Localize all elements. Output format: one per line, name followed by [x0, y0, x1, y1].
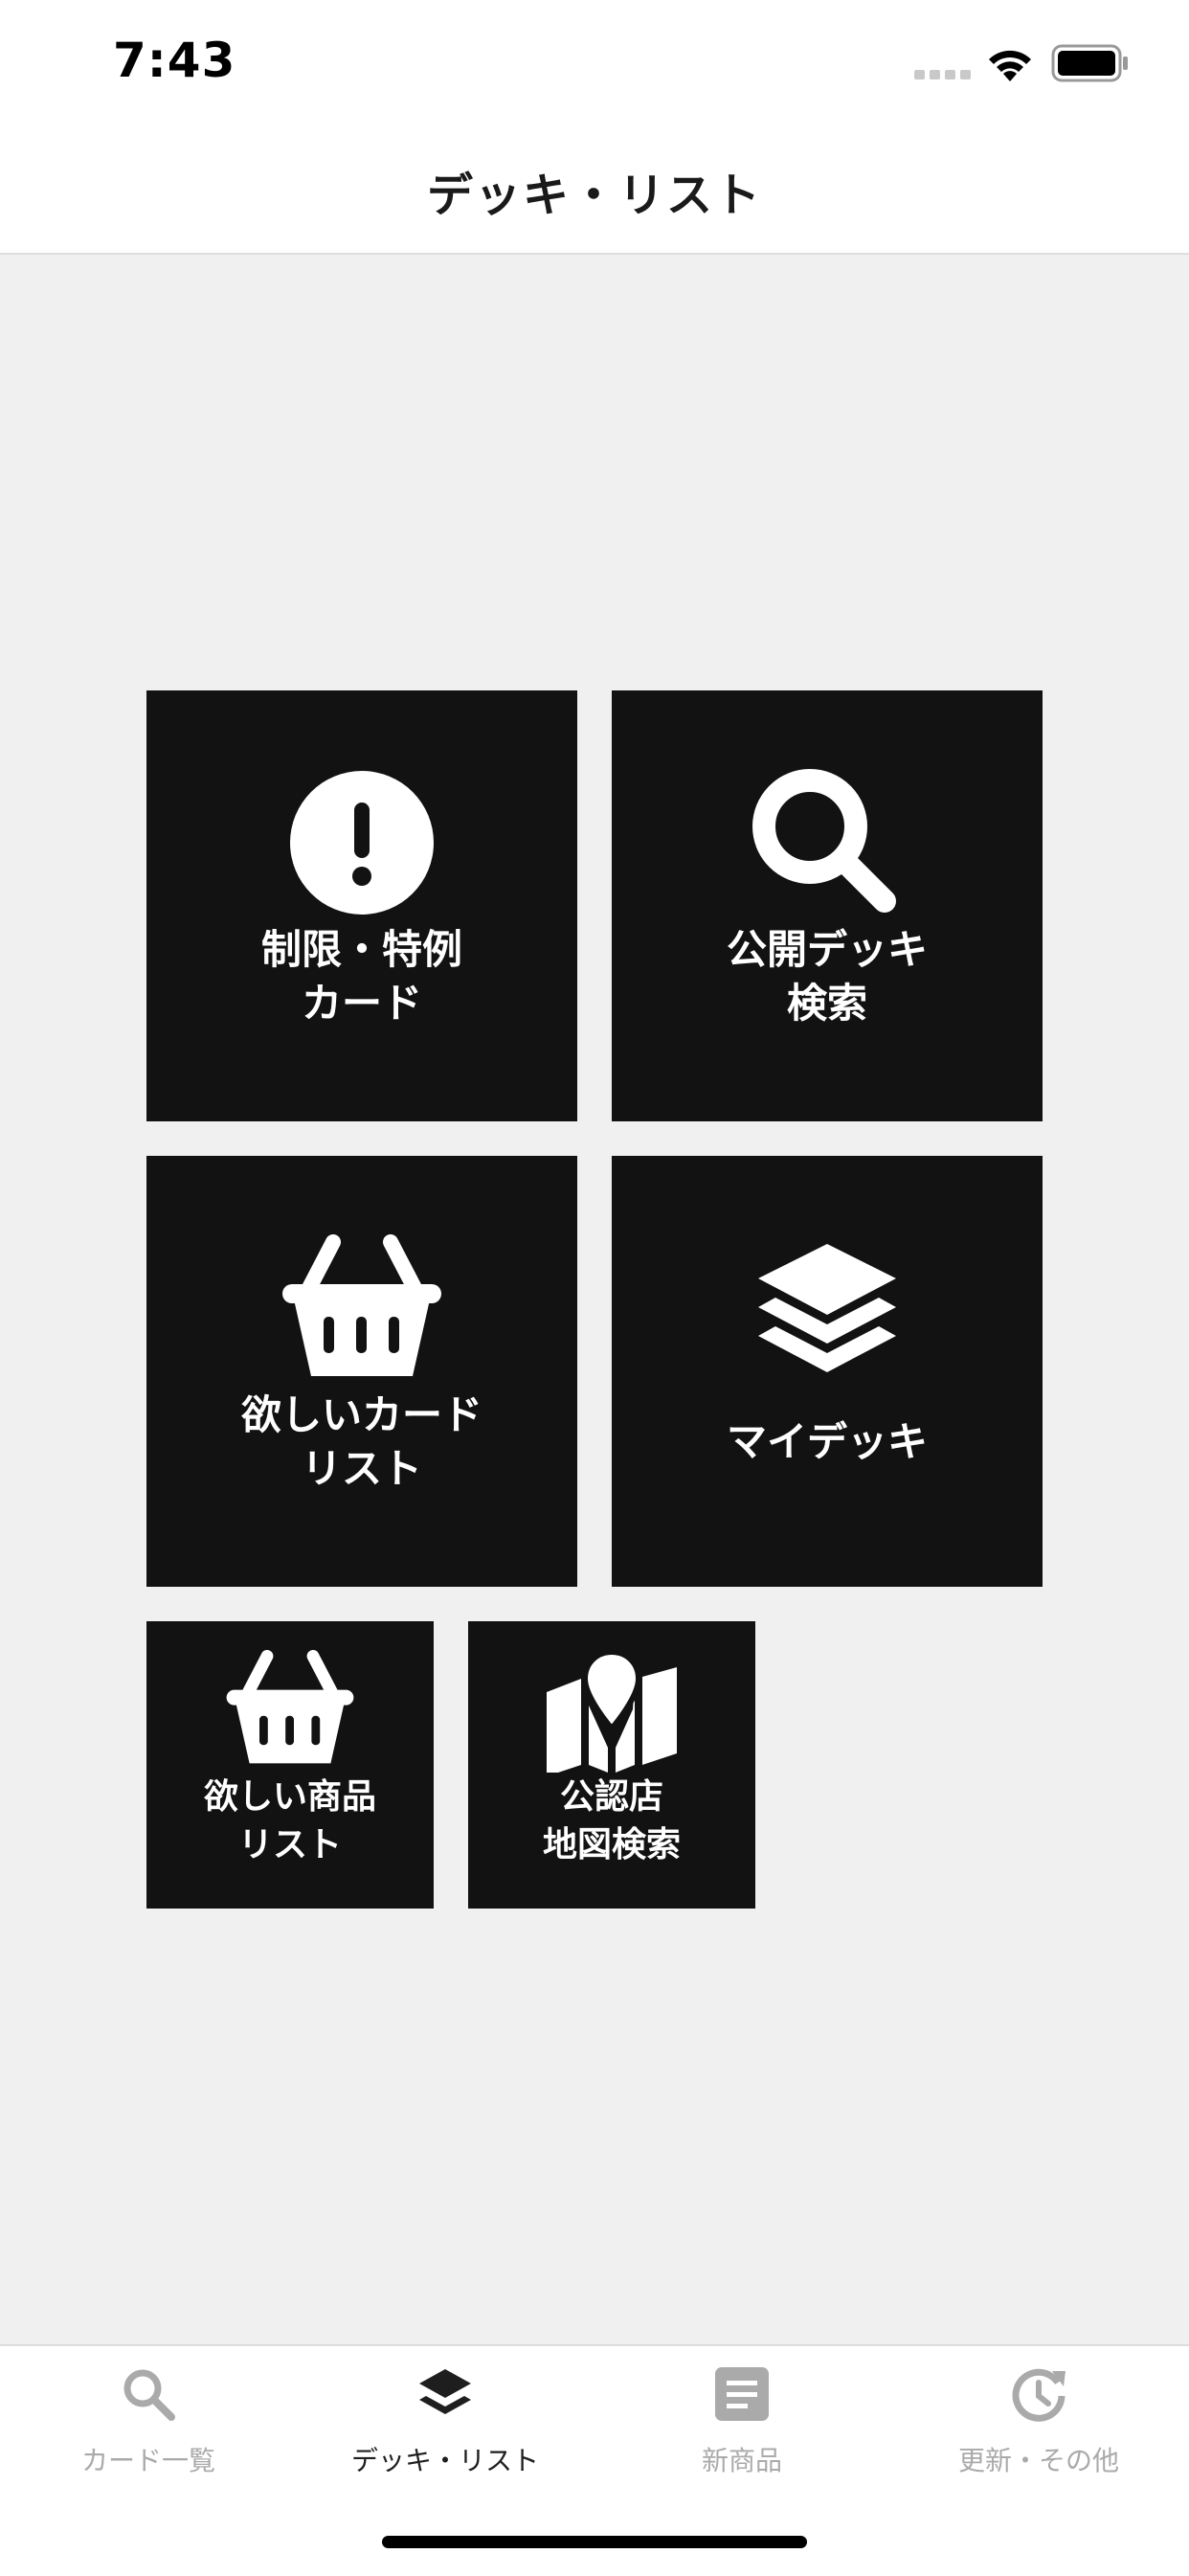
my-deck-label: マイデッキ	[726, 1418, 928, 1465]
my-deck-tile[interactable]: マイデッキ	[612, 1156, 1043, 1587]
battery-icon	[1051, 44, 1128, 82]
navigation-bar: デッキ・リスト	[0, 134, 1189, 255]
basket-icon	[226, 1650, 354, 1764]
official-store-map-search-label: 公認店 地図検索	[542, 1777, 681, 1864]
status-time: 7:43	[113, 33, 236, 88]
wanted-products-list-label: 欲しい商品 リスト	[203, 1777, 376, 1864]
document-icon	[715, 2367, 769, 2421]
history-icon	[1012, 2368, 1066, 2422]
tab-label: 新商品	[701, 2445, 782, 2476]
search-icon	[752, 769, 896, 913]
restricted-cards-tile[interactable]: 制限・特例 カード	[146, 690, 577, 1121]
basket-icon	[282, 1234, 441, 1376]
tab-label: 更新・その他	[957, 2445, 1119, 2476]
tab-label: デッキ・リスト	[350, 2445, 539, 2476]
search-icon	[123, 2369, 175, 2421]
wanted-cards-list-tile[interactable]: 欲しいカード リスト	[146, 1156, 577, 1587]
tab-new-products[interactable]: 新商品	[594, 2346, 890, 2490]
official-store-map-search-tile[interactable]: 公認店 地図検索	[468, 1621, 755, 1909]
tab-card-list[interactable]: カード一覧	[0, 2346, 297, 2490]
wifi-icon	[989, 50, 1031, 81]
layers-icon	[758, 1244, 896, 1372]
public-deck-search-tile[interactable]: 公開デッキ 検索	[612, 690, 1043, 1121]
page-title: デッキ・リスト	[426, 169, 762, 222]
tab-updates-other[interactable]: 更新・その他	[890, 2346, 1187, 2490]
exclamation-circle-icon	[290, 771, 434, 915]
tab-label: カード一覧	[80, 2445, 215, 2476]
wanted-cards-list-label: 欲しいカード リスト	[240, 1391, 482, 1492]
status-bar: 7:43	[0, 0, 1189, 134]
cellular-signal-icon	[914, 70, 971, 79]
restricted-cards-label: 制限・特例 カード	[260, 926, 462, 1027]
tab-deck-list[interactable]: デッキ・リスト	[297, 2346, 594, 2490]
layers-icon	[419, 2369, 471, 2414]
public-deck-search-label: 公開デッキ 検索	[726, 926, 928, 1027]
wanted-products-list-tile[interactable]: 欲しい商品 リスト	[146, 1621, 434, 1909]
map-pin-icon	[547, 1648, 677, 1773]
home-indicator	[382, 2536, 807, 2548]
